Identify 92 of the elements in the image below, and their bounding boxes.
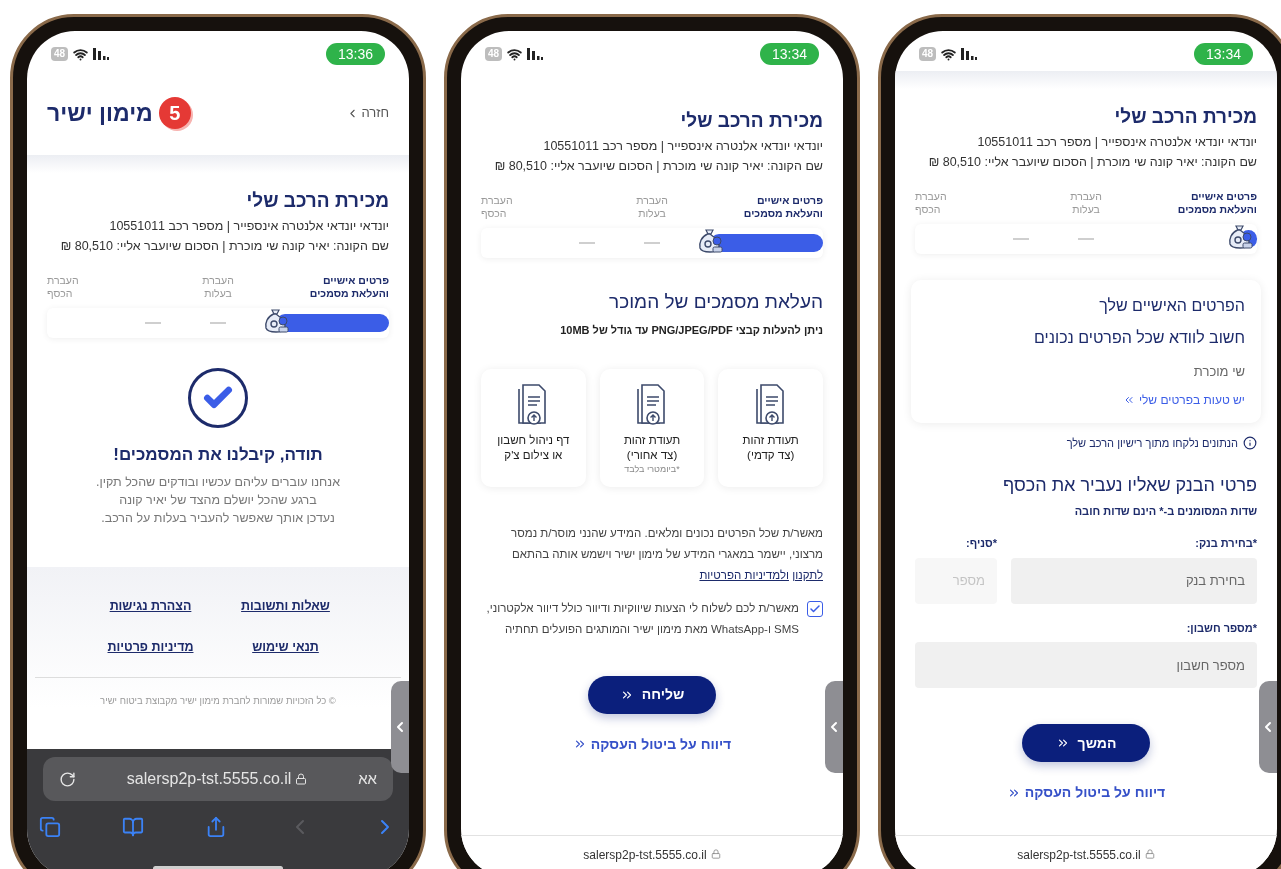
url-text: salersp2p-tst.5555.co.il [1017, 847, 1141, 864]
signal-icon [527, 48, 544, 60]
summary-line: יונדאי יונדאי אלנטרה אינספייר | מספר רכב 10551011 [108, 217, 389, 235]
card-heading: הפרטים האישיים שלך [1098, 295, 1245, 316]
upload-card[interactable]: דף ניהול חשבון או צילום צ'ק [481, 368, 586, 487]
cancel-deal-link[interactable]: דיווח על ביטול העסקה [572, 733, 732, 755]
signal-icon [961, 48, 978, 60]
consent-text: מאשר/ת שכל הפרטים נכונים ומלאים. המידע שהנני מוסר/ת נמסר מרצוני, יישמר במאגרי המידע של מימון ישיר וישמש אותה בהתאם לתקנון ולמדיניות הפרטיות [510, 525, 823, 583]
field-label: *מספר חשבון: [1185, 620, 1257, 636]
wifi-icon [507, 46, 523, 62]
page-title: מכירת הרכב שלי [679, 109, 823, 133]
step-dash [644, 241, 660, 244]
url-text: salersp2p-tst.5555.co.il [126, 769, 292, 789]
upload-card[interactable]: תעודת זהות (צד אחורי) *ביומטרי בלבד [599, 368, 705, 487]
side-handle[interactable] [825, 681, 843, 773]
wifi-icon [73, 46, 89, 62]
step-label: פרטים אישיים והעלאת מסמכים [742, 193, 823, 220]
upload-note: ניתן להעלות קבצי PNG/JPEG/PDF עד גודל של 10MB [559, 323, 823, 338]
cancel-deal-link[interactable]: דיווח על ביטול העסקה [1006, 782, 1166, 803]
summary-line: יונדאי יונדאי אלנטרה אינספייר | מספר רכב 10551011 [542, 137, 823, 155]
bookmarks-icon[interactable] [122, 816, 144, 838]
side-handle[interactable] [391, 681, 409, 773]
clock-time: 13:34 [1193, 43, 1253, 65]
step-label: העברת בעלות [1069, 189, 1103, 216]
policy-link[interactable]: ולמדיניות הפרטיות [699, 568, 789, 581]
success-message: אנחנו עוברים עליהם עכשיו ובודקים שהכל תקין. ברגע שהכל יושלם מהצד של יאיר קונה נעדכן אותך שאפשר להעביר בעלות על הרכב. [96, 474, 340, 527]
section-title: פרטי הבנק שאליו נעביר את הכסף [1001, 473, 1257, 497]
submit-button[interactable]: שליחה [588, 675, 716, 714]
section-title: העלאת מסמכים של המוכר [608, 289, 823, 314]
upload-card[interactable]: תעודת זהות (צד קדמי) [718, 368, 823, 487]
battery-level: 48 [485, 47, 503, 61]
card-label: תעודת זהות (צד קדמי) [742, 432, 799, 463]
page-title: מכירת הרכב שלי [245, 189, 389, 213]
report-error-link[interactable]: יש טעות בפרטים שלי [927, 391, 1245, 409]
page-title: מכירת הרכב שלי [1113, 105, 1257, 129]
summary-line: שם הקונה: יאיר קונה שי מוכרת | הסכום שיועבר אליי: 80,510 ₪ [59, 237, 389, 255]
step-label: העברת הכסף [915, 189, 948, 216]
clock-time: 13:36 [325, 43, 385, 65]
step-label: פרטים אישיים והעלאת מסמכים [308, 273, 389, 300]
footer-link[interactable]: מדיניות פרטיות [83, 637, 218, 657]
url-text: salersp2p-tst.5555.co.il [583, 847, 707, 864]
policy-link[interactable]: לתקנון [792, 568, 823, 581]
step-label: פרטים אישיים והעלאת מסמכים [1176, 189, 1257, 216]
card-label: תעודת זהות (צד אחורי) [623, 432, 681, 463]
footer-link[interactable]: תנאי שימוש [218, 637, 353, 657]
check-icon [809, 602, 821, 615]
step-dash [210, 321, 226, 324]
card-label: דף ניהול חשבון או צילום צ'ק [497, 432, 570, 463]
lock-icon [710, 849, 721, 859]
summary-line: שם הקונה: יאיר קונה שי מוכרת | הסכום שיועבר אליי: 80,510 ₪ [493, 157, 823, 175]
step-dash [579, 241, 595, 244]
step-dash [1013, 237, 1029, 240]
footer-link[interactable]: שאלות ותשובות [218, 597, 353, 616]
logo-mark: 5 [158, 97, 191, 129]
text-field[interactable]: מספר חשבון [915, 642, 1257, 688]
step-dash [145, 321, 161, 324]
back-link[interactable]: חזרה [346, 103, 389, 123]
clock-time: 13:34 [759, 43, 819, 65]
summary-line: שם הקונה: יאיר קונה שי מוכרת | הסכום שיועבר אליי: 80,510 ₪ [927, 153, 1257, 171]
copyright-text: © כל הזכויות שמורות לחברת מימון ישיר מקבוצת ביטוח ישיר [99, 693, 337, 708]
field-label: *בחירת בנק: [1194, 536, 1257, 551]
footer-link[interactable]: הצהרת נגישות [83, 597, 218, 616]
step-dash [1078, 237, 1094, 240]
card-note: *ביומטרי בלבד [624, 462, 680, 476]
step-label: העברת בעלות [201, 273, 235, 300]
step-label: העברת הכסף [47, 273, 80, 300]
step-label: העברת בעלות [635, 193, 669, 220]
summary-line: יונדאי יונדאי אלנטרה אינספייר | מספר רכב 10551011 [976, 133, 1257, 151]
lock-icon [295, 773, 308, 785]
marketing-checkbox[interactable] [807, 600, 823, 617]
info-icon [1243, 436, 1257, 451]
signal-icon [93, 48, 110, 60]
submit-button[interactable]: המשך [1022, 724, 1150, 762]
reload-icon[interactable] [59, 770, 76, 788]
logo-name: מימון ישיר [47, 98, 153, 128]
success-heading: תודה, קיבלנו את המסמכים! [113, 443, 323, 466]
info-text: הנתונים נלקחו מתוך רישיון הרכב שלך [1066, 436, 1238, 451]
seller-name: שי מוכרת [1192, 362, 1245, 381]
wifi-icon [941, 46, 957, 62]
tabs-icon[interactable] [39, 816, 61, 838]
battery-level: 48 [919, 47, 937, 61]
battery-level: 48 [51, 47, 69, 61]
text-field[interactable]: בחירת בנק [1011, 557, 1257, 604]
share-icon[interactable] [205, 816, 227, 838]
field-label: *סניף: [965, 536, 997, 551]
lock-icon [1144, 849, 1155, 859]
checkbox-label: מאשר/ת לכם לשלוח לי הצעות שיווקיות ודיוור כולל דיוור אלקטרוני, SMS ו-WhatsApp מאת מימון ישיר והמותגים הפועלים תחתיה [485, 600, 799, 637]
text-size-button[interactable]: אא [358, 767, 377, 791]
required-note: שדות המסומנים ב-* הינם שדות חובה [1073, 503, 1257, 519]
step-label: העברת הכסף [481, 193, 514, 220]
card-subheading: חשוב לוודא שכל הפרטים נכונים [1033, 327, 1245, 348]
side-handle[interactable] [1259, 681, 1277, 773]
